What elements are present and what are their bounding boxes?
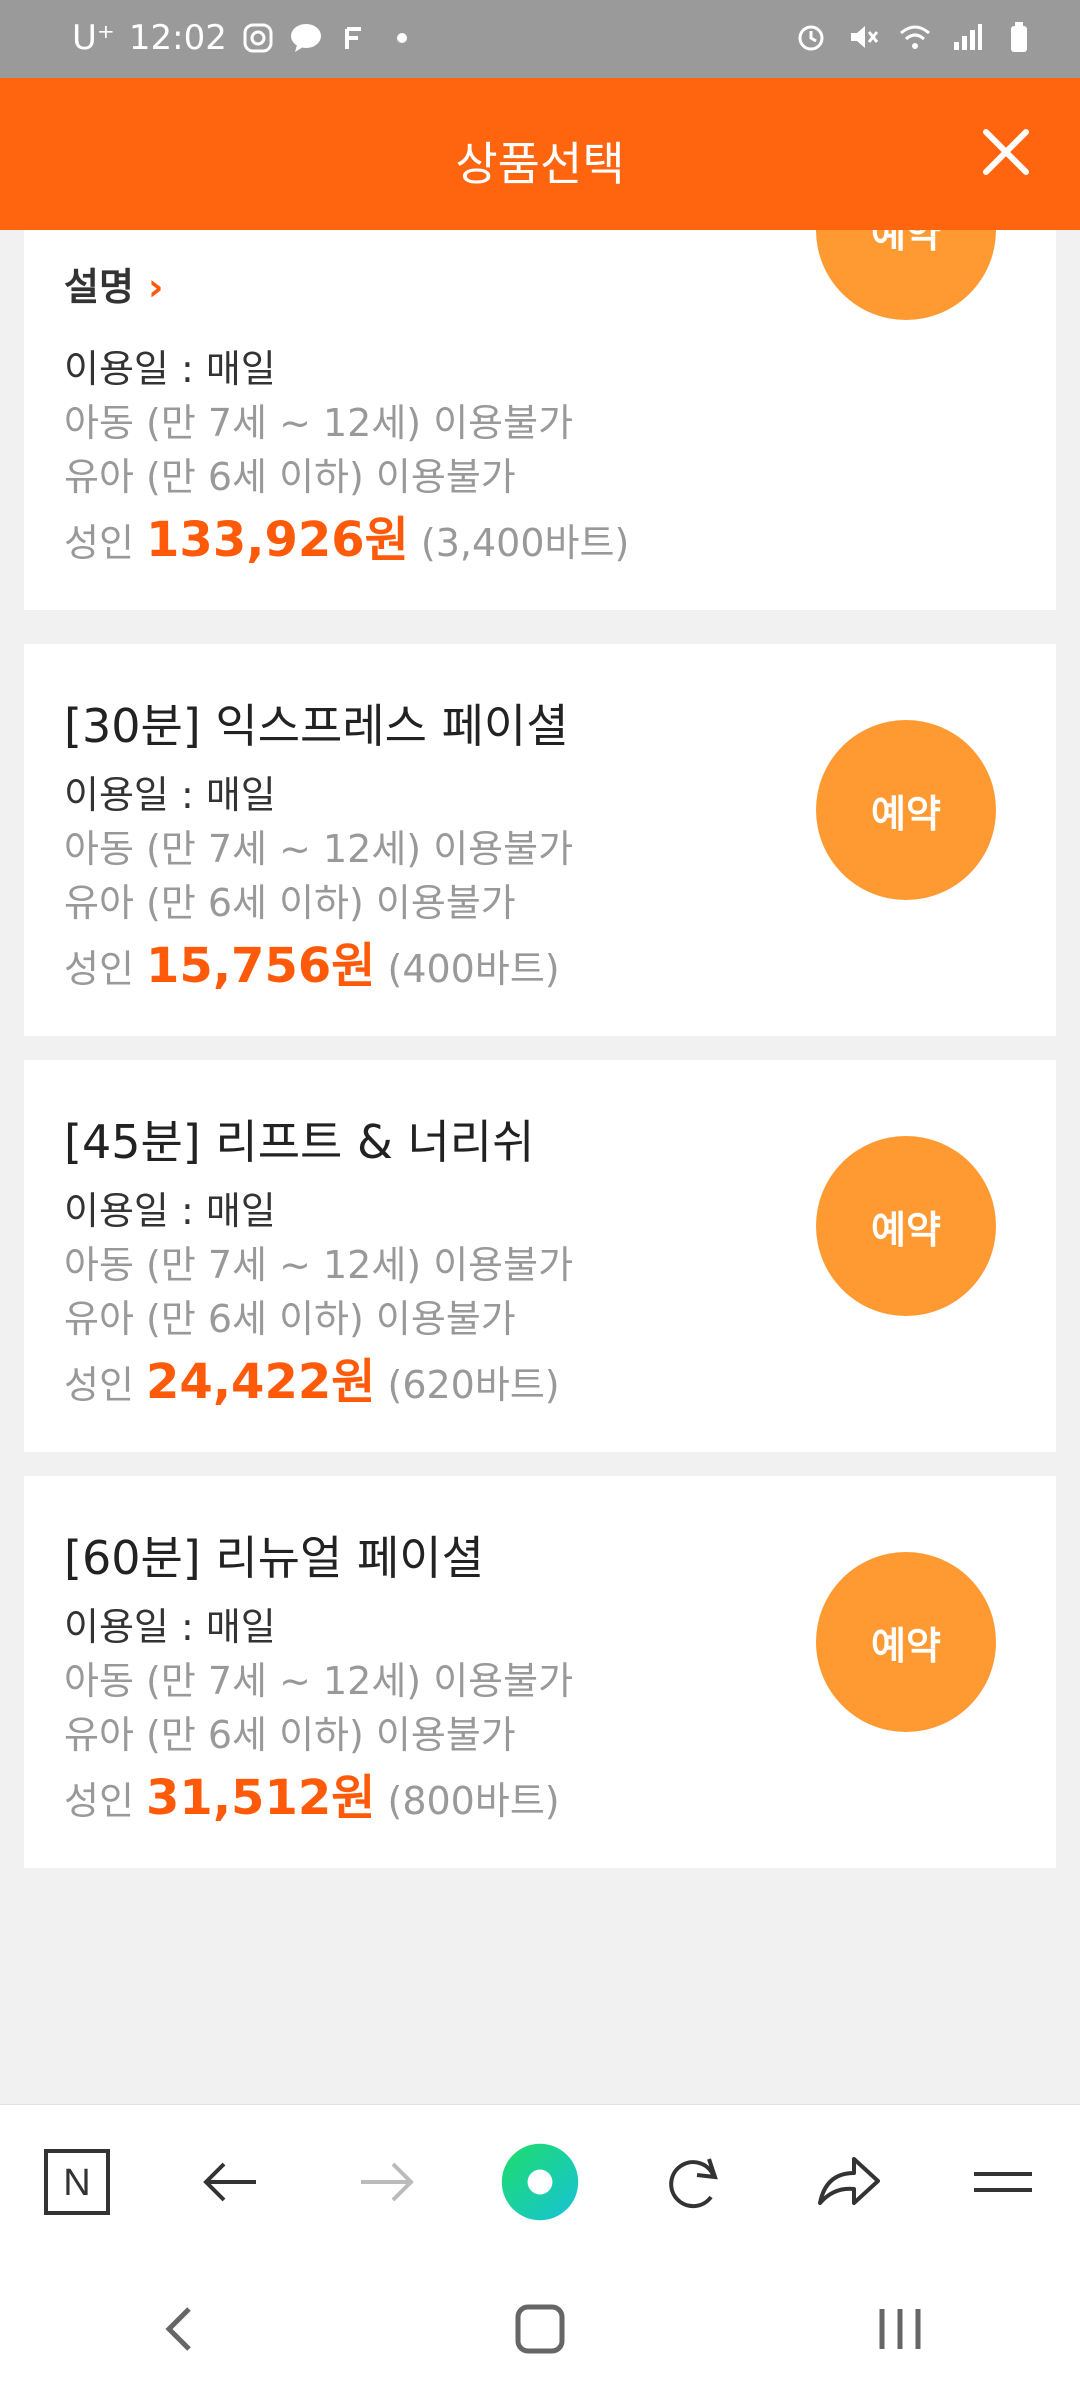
baht-price: (400바트): [387, 947, 560, 991]
child-text: 아동 (만 7세 ~ 12세) 이용불가: [64, 1243, 574, 1287]
infant-text: 유아 (만 6세 이하) 이용불가: [64, 881, 516, 925]
back-button[interactable]: [191, 2142, 271, 2222]
product-title: [60분] 리뉴얼 페이셜: [64, 1531, 484, 1585]
browser-toolbar: N: [0, 2104, 1080, 2259]
baht-price: (800바트): [387, 1779, 560, 1823]
reserve-button[interactable]: 예약: [816, 1552, 996, 1732]
product-card: [30분] 익스프레스 페이셜 이용일 : 매일 아동 (만 7세 ~ 12세)…: [24, 644, 1056, 1036]
battery-icon: [1011, 22, 1027, 52]
usage-text: 이용일 : 매일: [64, 1605, 276, 1649]
baht-price: (620바트): [387, 1363, 560, 1407]
nav-back-button[interactable]: [120, 2279, 240, 2379]
price: 133,926원: [146, 512, 409, 568]
price: 31,512원: [146, 1770, 376, 1826]
nav-home-button[interactable]: [480, 2279, 600, 2379]
talk-icon: [290, 24, 321, 52]
menu-icon: [973, 2172, 1032, 2192]
arrow-left-icon: [203, 2162, 257, 2202]
price: 24,422원: [146, 1354, 376, 1410]
green-dot-button[interactable]: [500, 2142, 580, 2222]
product-card: [60분] 리뉴얼 페이셜 이용일 : 매일 아동 (만 7세 ~ 12세) 이…: [24, 1476, 1056, 1868]
status-right: [794, 20, 1036, 54]
description-link[interactable]: 설명 ›: [64, 256, 164, 311]
carrier-label: U⁺: [72, 18, 115, 58]
green-dot-icon: [501, 2143, 579, 2221]
reserve-button[interactable]: 예약: [816, 230, 996, 320]
infant-text: 유아 (만 6세 이하) 이용불가: [64, 1297, 516, 1341]
home-square-icon: [515, 2304, 565, 2354]
price: 15,756원: [146, 938, 376, 994]
product-title: [45분] 리프트 & 너리쉬: [64, 1115, 535, 1169]
header-bar: 상품선택: [0, 78, 1080, 230]
naver-home-icon: N: [44, 2149, 111, 2215]
usage-text: 이용일 : 매일: [64, 1189, 276, 1233]
alarm-icon: [798, 25, 824, 51]
baht-price: (3,400바트): [420, 521, 630, 565]
nav-recents-button[interactable]: [840, 2279, 960, 2379]
price-line: 성인 15,756원 (400바트): [64, 926, 560, 996]
infant-text: 유아 (만 6세 이하) 이용불가: [64, 455, 516, 499]
refresh-button[interactable]: [654, 2142, 734, 2222]
arrow-right-icon: [360, 2162, 414, 2202]
product-card: [45분] 리프트 & 너리쉬 이용일 : 매일 아동 (만 7세 ~ 12세)…: [24, 1060, 1056, 1452]
adult-label: 성인: [64, 1363, 134, 1407]
refresh-icon: [669, 2158, 719, 2209]
reserve-button[interactable]: 예약: [816, 1136, 996, 1316]
mute-icon: [851, 26, 879, 48]
forward-button[interactable]: [346, 2142, 426, 2222]
child-text: 아동 (만 7세 ~ 12세) 이용불가: [64, 1659, 574, 1703]
page-title: 상품선택: [455, 137, 625, 191]
system-nav-bar: [0, 2258, 1080, 2400]
home-letter: N: [63, 2162, 90, 2204]
adult-label: 성인: [64, 1779, 134, 1823]
instagram-icon: [243, 23, 273, 53]
reserve-button[interactable]: 예약: [816, 720, 996, 900]
product-title: [30분] 익스프레스 페이셜: [64, 699, 569, 753]
child-text: 아동 (만 7세 ~ 12세) 이용불가: [64, 827, 574, 871]
dot-icon: [396, 33, 407, 43]
adult-label: 성인: [64, 947, 134, 991]
clock: 12:02: [128, 18, 227, 58]
share-arrow-icon: [817, 2157, 880, 2205]
naver-home-button[interactable]: N: [37, 2142, 117, 2222]
child-text: 아동 (만 7세 ~ 12세) 이용불가: [64, 401, 574, 445]
status-bar: U⁺ 12:02: [0, 0, 1080, 78]
share-button[interactable]: [809, 2142, 889, 2222]
wifi-icon: [900, 25, 930, 49]
product-list: 설명 › 이용일 : 매일 아동 (만 7세 ~ 12세) 이용불가 유아 (만 …: [0, 230, 1080, 2100]
price-line: 성인 24,422원 (620바트): [64, 1342, 560, 1412]
adult-label: 성인: [64, 521, 134, 565]
infant-text: 유아 (만 6세 이하) 이용불가: [64, 1713, 516, 1757]
status-left: U⁺ 12:02: [72, 18, 419, 58]
usage-text: 이용일 : 매일: [64, 773, 276, 817]
chevron-right-icon: ›: [147, 265, 164, 309]
close-icon[interactable]: [976, 122, 1036, 182]
f-icon: [344, 27, 361, 49]
price-line: 성인 31,512원 (800바트): [64, 1758, 560, 1828]
usage-text: 이용일 : 매일: [64, 347, 276, 391]
signal-icon: [954, 24, 982, 50]
product-card: 설명 › 이용일 : 매일 아동 (만 7세 ~ 12세) 이용불가 유아 (만 …: [24, 230, 1056, 610]
menu-button[interactable]: [963, 2142, 1043, 2222]
price-line: 성인 133,926원 (3,400바트): [64, 500, 629, 570]
description-label: 설명: [64, 265, 134, 309]
recents-icon: [879, 2309, 921, 2349]
chevron-left-icon: [165, 2307, 191, 2351]
